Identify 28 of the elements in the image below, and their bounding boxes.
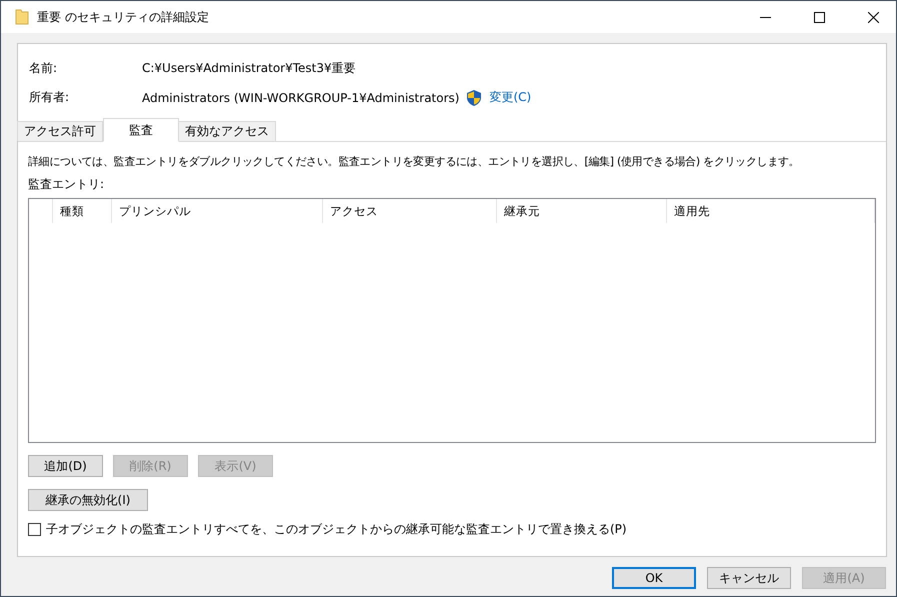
tab[interactable]: 監査 (103, 118, 179, 142)
folder-icon (15, 9, 29, 25)
window-title: 重要 のセキュリティの詳細設定 (37, 8, 210, 26)
maximize-icon[interactable] (814, 12, 824, 22)
shield-icon (467, 90, 482, 106)
entry-button[interactable]: 追加(D) (28, 455, 103, 477)
column-header[interactable]: 種類 (53, 199, 112, 223)
change-link[interactable]: 変更(C) (489, 89, 532, 106)
tab[interactable]: 有効なアクセス (178, 121, 276, 141)
close-icon[interactable] (868, 12, 878, 22)
dialog-button[interactable]: キャンセル (707, 567, 791, 589)
column-header[interactable]: プリンシパル (112, 199, 323, 223)
audit-entries-list[interactable]: 種類 プリンシパル アクセス 継承元 適用先 (28, 198, 876, 443)
minimize-icon[interactable] (760, 16, 770, 18)
description-text: 詳細については、監査エントリをダブルクリックしてください。監査エントリを変更するには、エントリを選択し、[編集] (使用できる場合) をクリックします。 (28, 154, 800, 169)
name-value: C:¥Users¥Administrator¥Test3¥重要 (142, 60, 357, 77)
checkbox-label: 子オブジェクトの監査エントリすべてを、このオブジェクトからの継承可能な監査エントリで置き換える(P) (46, 521, 627, 538)
column-header[interactable]: 継承元 (497, 199, 667, 223)
owner-value: Administrators (WIN-WORKGROUP-1¥Administrators) (142, 90, 460, 104)
name-label: 名前: (29, 60, 58, 77)
owner-label: 所有者: (29, 89, 70, 106)
column-header[interactable]: 適用先 (667, 199, 875, 223)
tab[interactable]: アクセス許可 (17, 121, 103, 141)
entries-label: 監査エントリ: (28, 176, 106, 193)
checkbox[interactable] (28, 523, 41, 536)
dialog-button[interactable]: OK (612, 567, 696, 589)
disable-inheritance-button[interactable]: 継承の無効化(I) (28, 489, 148, 511)
column-header[interactable]: アクセス (323, 199, 497, 223)
